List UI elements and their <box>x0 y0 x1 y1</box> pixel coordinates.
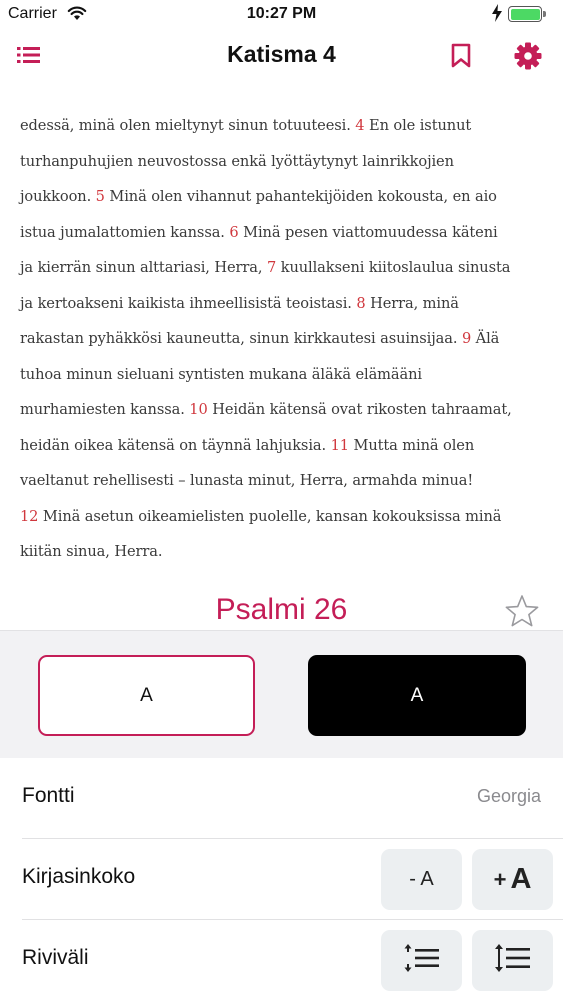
increase-font-button[interactable]: + A <box>472 849 553 910</box>
verse-text: kiitän sinua, Herra. <box>20 543 163 560</box>
text-line: vaeltanut rehellisesti – lunasta minut, … <box>20 463 545 499</box>
line-spacing-row: Riviväli <box>22 920 563 1000</box>
verse-text: edessä, minä olen mieltynyt sinun totuut… <box>20 117 356 134</box>
verse-text: Älä <box>471 330 500 347</box>
text-line: ja kierrän sinun alttariasi, Herra, 7 ku… <box>20 250 545 286</box>
verse-number: 10 <box>189 401 208 418</box>
verse-text: ja kertoakseni kaikista ihmeellisistä te… <box>20 294 357 312</box>
dark-theme-label: A <box>410 684 424 706</box>
settings-panel: A A Fontti Georgia Kirjasinkoko - A + A … <box>0 630 563 1000</box>
line-spacing-increase-button[interactable] <box>472 930 553 991</box>
text-line: heidän oikea kätensä on täynnä lahjuksia… <box>20 428 545 464</box>
verse-text: Heidän kätensä ovat rikosten tahraamat, <box>207 401 512 418</box>
text-line: joukkoon. 5 Minä olen vihannut pahanteki… <box>20 179 545 215</box>
text-line: istua jumalattomien kanssa. 6 Minä pesen… <box>20 215 545 251</box>
status-bar: Carrier 10:27 PM <box>0 0 563 30</box>
bookmark-icon[interactable] <box>450 43 472 69</box>
verse-text: Mutta minä olen <box>348 436 475 454</box>
increase-font-plus: + <box>493 866 507 892</box>
navigation-bar: Katisma 4 <box>0 30 563 82</box>
line-spacing-increase-icon <box>494 943 532 978</box>
charging-icon <box>491 4 503 27</box>
verse-text: vaeltanut rehellisesti – lunasta minut, … <box>20 472 474 489</box>
settings-list: Fontti Georgia Kirjasinkoko - A + A Rivi… <box>0 758 563 1000</box>
font-size-row: Kirjasinkoko - A + A <box>22 839 563 920</box>
gear-icon[interactable] <box>514 42 542 70</box>
text-line: tuhoa minun sieluani syntisten mukana äl… <box>20 357 545 393</box>
text-line: edessä, minä olen mieltynyt sinun totuut… <box>20 108 545 144</box>
line-spacing-decrease-icon <box>403 943 441 978</box>
verse-number: 11 <box>330 436 349 454</box>
font-row-label: Fontti <box>22 784 75 807</box>
verse-text: murhamiesten kanssa. <box>20 401 190 418</box>
verse-text: Minä pesen viattomuudessa käteni <box>238 223 498 241</box>
line-spacing-row-label: Riviväli <box>22 946 89 969</box>
font-row[interactable]: Fontti Georgia <box>22 758 563 839</box>
verse-number: 7 <box>266 259 277 276</box>
light-theme-button[interactable]: A <box>38 655 255 736</box>
verse-text: joukkoon. <box>20 188 96 205</box>
verse-text: istua jumalattomien kanssa. <box>20 223 230 241</box>
text-line: 12 Minä asetun oikeamielisten puolelle, … <box>20 499 545 535</box>
decrease-font-button[interactable]: - A <box>381 849 462 910</box>
verse-text: ja kierrän sinun alttariasi, Herra, <box>20 259 267 276</box>
text-line: ja kertoakseni kaikista ihmeellisistä te… <box>20 286 545 322</box>
verse-number: 6 <box>229 223 239 241</box>
reading-text: edessä, minä olen mieltynyt sinun totuut… <box>20 108 545 570</box>
verse-text: rakastan pyhäkkösi kauneutta, sinun kirk… <box>20 330 462 347</box>
decrease-font-label: - A <box>409 868 434 890</box>
verse-number: 8 <box>356 294 366 312</box>
verse-text: kuullakseni kiitoslaulua sinusta <box>276 259 511 276</box>
text-line: rakastan pyhäkkösi kauneutta, sinun kirk… <box>20 321 545 357</box>
verse-number: 12 <box>20 507 39 525</box>
verse-text: Minä asetun oikeamielisten puolelle, kan… <box>38 507 502 525</box>
battery-icon <box>508 6 542 22</box>
increase-font-letter: A <box>510 863 532 895</box>
text-line: turhanpuhujien neuvostossa enkä lyöttäyt… <box>20 144 545 180</box>
light-theme-label: A <box>140 684 153 706</box>
page-title: Katisma 4 <box>227 41 336 67</box>
font-row-value: Georgia <box>476 786 541 806</box>
star-outline-icon[interactable] <box>504 594 540 628</box>
dark-theme-button[interactable]: A <box>308 655 526 736</box>
line-spacing-decrease-button[interactable] <box>381 930 462 991</box>
verse-text: Herra, minä <box>365 294 459 312</box>
status-time: 10:27 PM <box>246 5 317 22</box>
text-line: murhamiesten kanssa. 10 Heidän kätensä o… <box>20 392 545 428</box>
text-line: kiitän sinua, Herra. <box>20 534 545 570</box>
verse-number: 9 <box>461 330 472 347</box>
battery-tip <box>543 11 546 17</box>
verse-text: tuhoa minun sieluani syntisten mukana äl… <box>20 365 422 383</box>
verse-text: Minä olen vihannut pahantekijöiden kokou… <box>104 188 497 205</box>
verse-text: heidän oikea kätensä on täynnä lahjuksia… <box>20 436 331 454</box>
verse-text: turhanpuhujien neuvostossa enkä lyöttäyt… <box>20 152 454 170</box>
font-size-row-label: Kirjasinkoko <box>22 865 136 888</box>
verse-number: 5 <box>95 188 105 205</box>
section-title: Psalmi 26 <box>215 593 348 626</box>
verse-text: En ole istunut <box>364 117 472 134</box>
